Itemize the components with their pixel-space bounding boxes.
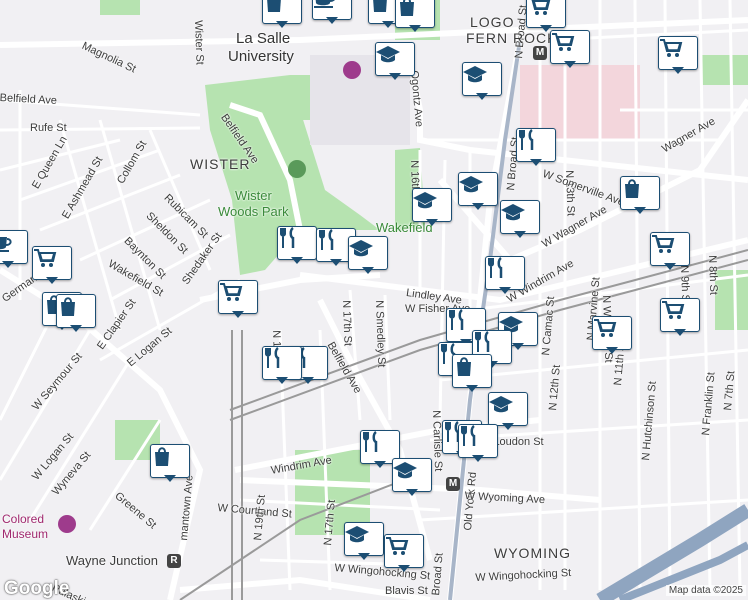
school-icon — [463, 66, 487, 83]
shopping-pin[interactable] — [452, 354, 492, 394]
grocery-icon — [660, 39, 683, 57]
restaurant-pin[interactable] — [458, 424, 498, 464]
museum-icon — [58, 515, 76, 533]
museum-label: Colored — [2, 512, 45, 526]
grocery-icon — [662, 301, 685, 319]
subway-station-icon[interactable]: M — [446, 477, 460, 491]
neighborhood-label: WISTER — [190, 156, 251, 172]
grocery-pin[interactable] — [592, 316, 632, 356]
restaurant-icon — [475, 330, 490, 352]
grocery-icon — [652, 235, 675, 253]
school-pin[interactable] — [375, 42, 415, 82]
grocery-pin[interactable] — [550, 30, 590, 70]
shopping-pin[interactable] — [395, 0, 435, 34]
grocery-icon — [386, 537, 409, 555]
grocery-pin[interactable] — [650, 232, 690, 272]
grocery-pin[interactable] — [526, 0, 566, 34]
rail-station-icon[interactable]: R — [167, 554, 181, 568]
cafe-pin[interactable] — [0, 230, 28, 270]
school-pin[interactable] — [412, 188, 452, 228]
shopping-pin[interactable] — [150, 444, 190, 484]
restaurant-pin[interactable] — [516, 128, 556, 168]
shopping-pin[interactable] — [262, 0, 302, 30]
street-label: Rufe St — [30, 122, 67, 134]
school-icon — [376, 46, 400, 63]
restaurant-icon — [280, 226, 295, 248]
shopping-icon — [625, 179, 639, 198]
shopping-icon — [155, 447, 169, 466]
shopping-icon — [373, 0, 387, 12]
street-label: Wister St — [192, 20, 206, 66]
street-label: N Smedley St — [373, 300, 388, 368]
school-icon — [349, 240, 373, 257]
restaurant-icon — [319, 228, 334, 250]
school-icon — [501, 204, 525, 221]
shopping-icon — [267, 0, 281, 12]
park-ne — [700, 55, 748, 85]
museum-label: Museum — [2, 527, 49, 541]
restaurant-icon — [363, 430, 378, 452]
street-label: Blavis St — [385, 585, 428, 597]
park-icon — [288, 160, 306, 178]
shopping-pin[interactable] — [620, 176, 660, 216]
school-icon — [459, 176, 483, 193]
map-attribution[interactable]: Map data ©2025 — [665, 585, 746, 596]
google-logo: Google — [4, 578, 70, 599]
grocery-pin[interactable] — [384, 534, 424, 574]
subway-station-icon[interactable]: M — [533, 46, 547, 60]
school-icon — [345, 526, 369, 543]
park-label: Wister — [235, 188, 272, 203]
grocery-pin[interactable] — [658, 36, 698, 76]
school-pin[interactable] — [500, 200, 540, 240]
campus-label: University — [228, 48, 294, 65]
restaurant-pin[interactable] — [277, 226, 317, 266]
restaurant-icon — [461, 424, 476, 446]
grocery-icon — [552, 33, 575, 51]
university-icon — [343, 61, 361, 79]
shopping-icon — [400, 0, 414, 16]
school-pin[interactable] — [392, 458, 432, 498]
shopping-icon — [61, 297, 75, 316]
grocery-pin[interactable] — [32, 246, 72, 286]
neighborhood-label: WYOMING — [494, 545, 571, 561]
restaurant-icon — [449, 308, 464, 330]
park-label: Woods Park — [218, 204, 289, 219]
school-pin[interactable] — [348, 236, 388, 276]
grocery-icon — [531, 0, 551, 15]
shopping-pin[interactable] — [56, 294, 96, 334]
grocery-icon — [34, 249, 57, 267]
restaurant-pin[interactable] — [262, 346, 302, 386]
restaurant-icon — [519, 128, 534, 150]
map-canvas[interactable]: Wister St Magnolia St Belfield Ave Rufe … — [0, 0, 748, 600]
school-icon — [489, 396, 513, 413]
cafe-icon — [314, 0, 335, 8]
street-label: N 8th St — [706, 255, 720, 296]
school-icon — [413, 192, 437, 209]
grocery-pin[interactable] — [218, 280, 258, 320]
restaurant-pin[interactable] — [485, 256, 525, 296]
park-nw — [100, 0, 140, 15]
school-pin[interactable] — [344, 522, 384, 562]
neighborhood-label: LOGO — [470, 14, 515, 30]
cafe-pin[interactable] — [312, 0, 352, 26]
station-label: Wayne Junction — [66, 553, 159, 568]
grocery-icon — [594, 319, 617, 337]
cafe-icon — [0, 237, 12, 252]
restaurant-icon — [265, 346, 280, 368]
street-label: N 17th St — [340, 300, 354, 347]
school-icon — [393, 462, 417, 479]
grocery-pin[interactable] — [660, 298, 700, 338]
campus-label: La Salle — [236, 30, 291, 47]
grocery-icon — [220, 283, 243, 301]
restaurant-icon — [488, 256, 503, 278]
shopping-icon — [457, 357, 471, 376]
school-pin[interactable] — [462, 62, 502, 102]
school-pin[interactable] — [458, 172, 498, 212]
